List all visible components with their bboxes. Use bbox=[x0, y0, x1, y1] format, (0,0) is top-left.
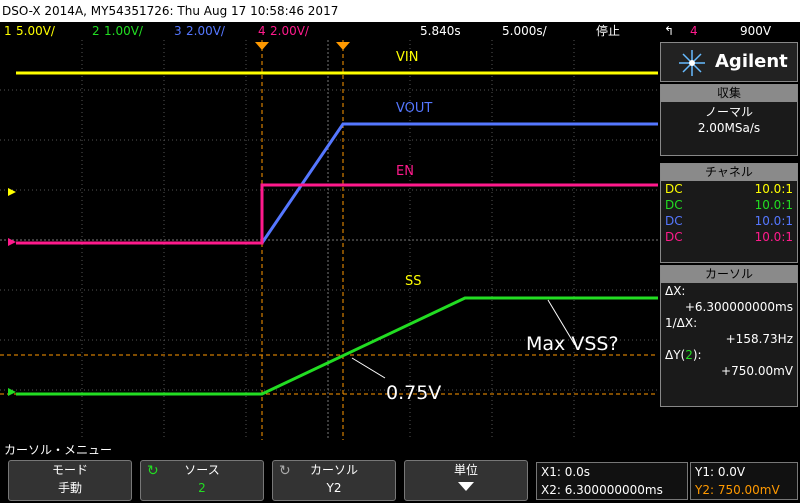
trigger-level[interactable]: 900V bbox=[740, 22, 771, 40]
ch1-number[interactable]: 1 bbox=[4, 22, 12, 40]
waveform-svg bbox=[0, 40, 658, 440]
units-label: 単位 bbox=[453, 463, 478, 477]
channels-box[interactable]: チャネル DC 10.0:1 DC 10.0:1 DC 10.0:1 DC 10.0:1 bbox=[660, 163, 798, 263]
ch2-number[interactable]: 2 bbox=[92, 22, 100, 40]
channels-header: チャネル bbox=[661, 164, 797, 181]
acquisition-box[interactable]: 収集 ノーマル 2.00MSa/s bbox=[660, 84, 798, 156]
source-label: ソース bbox=[184, 463, 220, 477]
en-trace bbox=[16, 183, 658, 245]
x2-readout: X2: 6.300000000ms bbox=[541, 483, 663, 497]
y2-readout: Y2: 750.00mV bbox=[695, 483, 780, 497]
mode-value: 手動 bbox=[57, 481, 82, 495]
x1-readout: X1: 0.0s bbox=[541, 465, 591, 479]
ch2-scale[interactable]: 1.00V/ bbox=[104, 22, 143, 40]
cursor-header: カーソル bbox=[661, 266, 797, 283]
y1-readout: Y1: 0.0V bbox=[695, 465, 746, 479]
inv-dx-label: 1/ΔX: bbox=[665, 316, 698, 330]
x-readout: X1: 0.0s X2: 6.300000000ms bbox=[536, 462, 688, 500]
source-value: 2 bbox=[198, 481, 206, 495]
side-panel: Agilent 収集 ノーマル 2.00MSa/s チャネル DC 10.0:1 … bbox=[660, 40, 800, 440]
channel-status-bar: 1 5.00V/ 2 1.00V/ 3 2.00V/ 4 2.00V/ 5.84… bbox=[0, 22, 800, 40]
arrow-down-icon bbox=[405, 479, 527, 497]
ch1-ground-marker bbox=[8, 188, 16, 196]
cursor-softkey[interactable]: ↻ カーソル Y2 bbox=[272, 460, 396, 501]
units-softkey[interactable]: 単位 bbox=[404, 460, 528, 501]
dx-label: ΔX: bbox=[665, 284, 686, 298]
max-vss-annotation: Max VSS? bbox=[526, 333, 619, 355]
en-label: EN bbox=[396, 164, 414, 179]
trigger-position-marker bbox=[255, 42, 269, 50]
trigger-edge-icon: ↰ bbox=[664, 24, 675, 38]
mode-label: モード bbox=[51, 463, 88, 477]
ss-label: SS bbox=[405, 274, 422, 289]
time-offset[interactable]: 5.840s bbox=[420, 22, 461, 40]
trigger-source[interactable]: 4 bbox=[690, 22, 698, 40]
cursor-box[interactable]: カーソル ΔX: +6.300000000ms 1/ΔX: +158.73Hz … bbox=[660, 265, 798, 407]
cursor-label: カーソル bbox=[309, 463, 358, 477]
cursor-value: Y2 bbox=[326, 481, 342, 495]
acquisition-mode: ノーマル bbox=[704, 105, 753, 119]
dy-label: ΔY(2): bbox=[665, 348, 702, 362]
waveform-display[interactable]: VIN VOUT EN SS Max VSS? 0.75V bbox=[0, 40, 658, 440]
dx-value: +6.300000000ms bbox=[684, 300, 793, 314]
agilent-spark-icon bbox=[679, 50, 705, 76]
channel-row-4: DC 10.0:1 bbox=[665, 230, 793, 244]
vout-label: VOUT bbox=[396, 101, 433, 116]
voltage-annotation: 0.75V bbox=[386, 382, 442, 404]
menu-title: カーソル・メニュー bbox=[4, 443, 113, 457]
run-state[interactable]: 停止 bbox=[596, 22, 620, 40]
rotate-knob-icon: ↻ bbox=[147, 463, 159, 479]
channel-row-3: DC 10.0:1 bbox=[665, 214, 793, 228]
dy-value: +750.00mV bbox=[721, 364, 793, 378]
source-softkey[interactable]: ↻ ソース 2 bbox=[140, 460, 264, 501]
ch3-number[interactable]: 3 bbox=[174, 22, 182, 40]
ch2-ground-marker bbox=[8, 388, 16, 396]
mode-softkey[interactable]: モード 手動 bbox=[8, 460, 132, 501]
ch3-scale[interactable]: 2.00V/ bbox=[186, 22, 225, 40]
ch4-ground-marker bbox=[8, 238, 16, 246]
acquisition-header: 収集 bbox=[661, 85, 797, 102]
vin-label: VIN bbox=[396, 50, 419, 65]
sample-rate: 2.00MSa/s bbox=[697, 121, 761, 135]
channel-row-2: DC 10.0:1 bbox=[665, 198, 793, 212]
ch4-scale[interactable]: 2.00V/ bbox=[270, 22, 309, 40]
ch1-scale[interactable]: 5.00V/ bbox=[16, 22, 55, 40]
inv-dx-value: +158.73Hz bbox=[725, 332, 793, 346]
cursor-x2-marker bbox=[336, 42, 350, 50]
brand-logo: Agilent bbox=[715, 51, 788, 72]
channel-row-1: DC 10.0:1 bbox=[665, 182, 793, 196]
y-readout: Y1: 0.0V Y2: 750.00mV bbox=[690, 462, 798, 500]
ch4-number[interactable]: 4 bbox=[258, 22, 266, 40]
window-title: DSO-X 2014A, MY54351726: Thu Aug 17 10:5… bbox=[0, 0, 800, 22]
brand-box: Agilent bbox=[660, 42, 798, 82]
rotate-knob-icon: ↻ bbox=[279, 463, 291, 479]
time-scale[interactable]: 5.000s/ bbox=[502, 22, 547, 40]
